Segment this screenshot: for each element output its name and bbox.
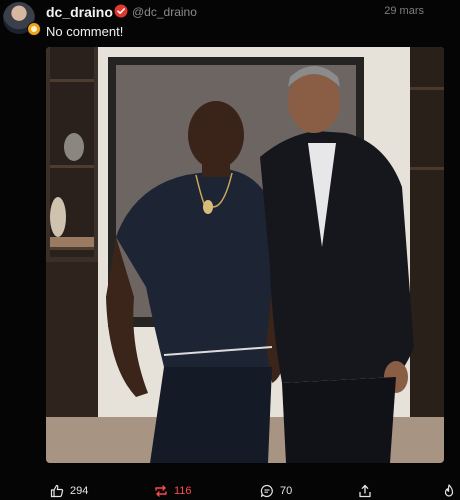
- post-date[interactable]: 29 mars: [384, 5, 424, 17]
- repost-icon: [155, 485, 167, 497]
- author-name[interactable]: dc_draino: [46, 4, 113, 20]
- avatar-badge-icon: [27, 22, 41, 36]
- thumbs-up-icon: [50, 484, 64, 498]
- reply-count: 70: [280, 485, 293, 497]
- flame-icon: [444, 484, 454, 497]
- comment-icon: [260, 484, 273, 498]
- verified-badge-icon: [114, 4, 128, 18]
- repost-count: 116: [174, 485, 192, 497]
- repost-button[interactable]: 116: [154, 484, 192, 498]
- like-button[interactable]: 294: [50, 484, 88, 498]
- like-count: 294: [70, 485, 89, 497]
- share-icon: [359, 484, 371, 498]
- post-image[interactable]: [46, 47, 444, 463]
- share-button[interactable]: [358, 484, 372, 498]
- boost-button[interactable]: [442, 484, 456, 498]
- reply-button[interactable]: 70: [260, 484, 292, 498]
- author-handle[interactable]: @dc_draino: [132, 5, 197, 19]
- post-photo-illustration: [46, 47, 444, 463]
- post-card: dc_draino @dc_draino 29 mars No comment!: [0, 0, 460, 500]
- avatar[interactable]: [3, 2, 41, 36]
- post-text: No comment!: [46, 24, 124, 39]
